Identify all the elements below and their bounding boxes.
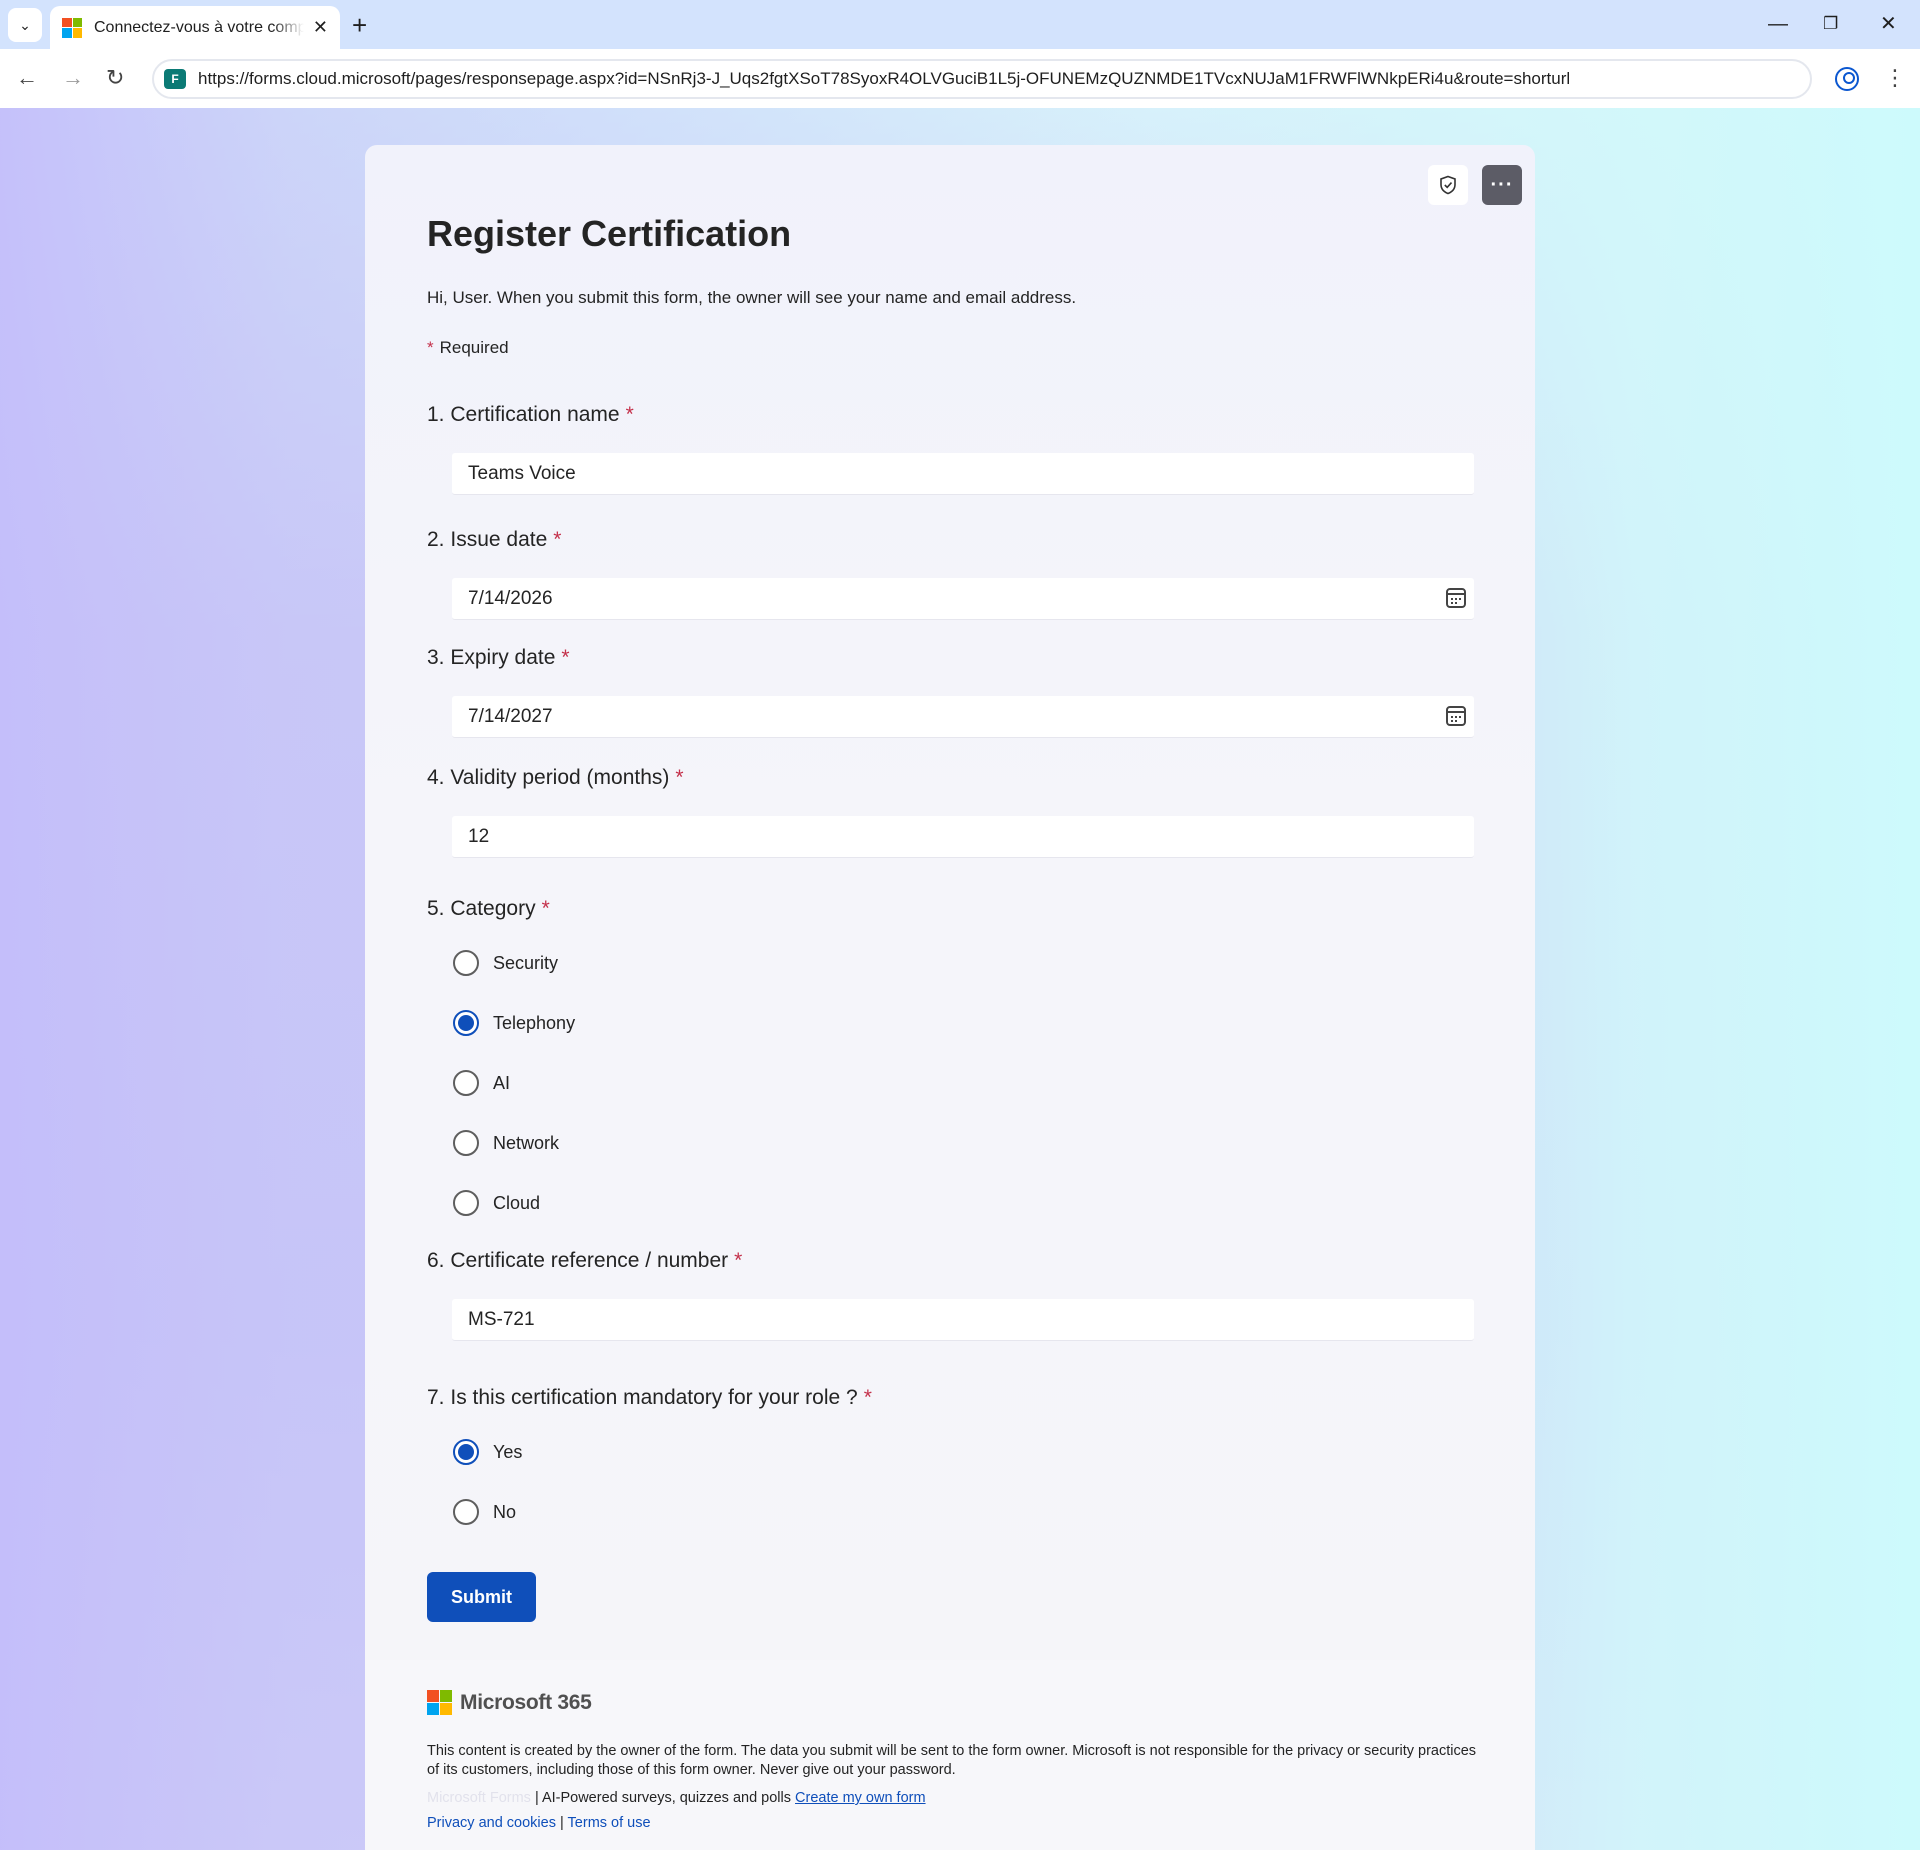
chevron-down-icon: ⌄ — [19, 16, 31, 33]
category-option-cloud[interactable]: Cloud — [453, 1190, 540, 1216]
form-intro: Hi, User. When you submit this form, the… — [427, 288, 1077, 307]
browser-tab-active[interactable]: Connectez-vous à votre compte ✕ — [50, 6, 340, 49]
immersive-reader-button[interactable] — [1428, 165, 1468, 205]
radio-label: Network — [493, 1132, 560, 1153]
more-options-icon: ··· — [1490, 173, 1514, 196]
validity-period-input[interactable] — [452, 816, 1474, 858]
category-option-security[interactable]: Security — [453, 950, 558, 976]
microsoft-365-logo: Microsoft 365 — [427, 1690, 592, 1715]
back-arrow-icon[interactable]: ← — [16, 63, 38, 93]
new-tab-icon[interactable]: + — [352, 10, 367, 40]
radio-button[interactable] — [453, 1499, 479, 1525]
question-6-title: 6. Certificate reference / number * — [427, 1249, 743, 1272]
browser-toolbar: ← → ↻ F https://forms.cloud.microsoft/pa… — [0, 49, 1920, 108]
radio-label: AI — [493, 1072, 511, 1093]
minimize-icon[interactable]: — — [1768, 10, 1788, 38]
form-title: Register Certification — [427, 213, 792, 254]
close-tab-icon[interactable]: ✕ — [313, 17, 328, 38]
reload-icon[interactable]: ↻ — [106, 63, 124, 93]
privacy-link[interactable]: Privacy and cookies — [427, 1815, 556, 1831]
mandatory-option-no[interactable]: No — [453, 1499, 516, 1525]
category-option-telephony[interactable]: Telephony — [453, 1010, 575, 1036]
forward-arrow-icon[interactable]: → — [62, 63, 84, 93]
forms-site-icon: F — [164, 69, 186, 89]
url-text[interactable]: https://forms.cloud.microsoft/pages/resp… — [198, 69, 1570, 89]
shield-icon — [1440, 175, 1456, 195]
form-card: ··· Register Certification Hi, User. Whe… — [365, 145, 1535, 1850]
radio-button-selected[interactable] — [453, 1010, 479, 1036]
issue-date-input[interactable] — [452, 578, 1474, 620]
legal-links: Privacy and cookies | Terms of use — [427, 1815, 651, 1831]
question-1-title: 1. Certification name * — [427, 403, 634, 426]
submit-button[interactable]: Submit — [427, 1572, 536, 1622]
restore-icon[interactable]: ❐ — [1823, 10, 1838, 38]
question-7-title: 7. Is this certification mandatory for y… — [427, 1386, 872, 1409]
address-bar[interactable]: F https://forms.cloud.microsoft/pages/re… — [152, 59, 1812, 99]
radio-label: No — [493, 1501, 517, 1522]
forms-brand-text: Microsoft Forms — [427, 1790, 531, 1806]
microsoft-logo-icon — [427, 1690, 452, 1715]
radio-button[interactable] — [453, 950, 479, 976]
disclaimer-text: This content is created by the owner of … — [427, 1743, 1477, 1778]
radio-label: Yes — [493, 1441, 523, 1462]
radio-label: Security — [493, 952, 559, 973]
tagline-text: | AI-Powered surveys, quizzes and polls — [534, 1790, 791, 1806]
separator: | — [559, 1815, 564, 1831]
radio-button[interactable] — [453, 1070, 479, 1096]
required-note: * Required — [427, 338, 509, 357]
terms-link[interactable]: Terms of use — [568, 1815, 651, 1831]
question-5-title: 5. Category * — [427, 897, 550, 920]
question-4-title: 4. Validity period (months) * — [427, 766, 684, 789]
kebab-menu-icon[interactable]: ⋮ — [1884, 63, 1906, 93]
radio-button-selected[interactable] — [453, 1439, 479, 1465]
browser-tab-bar: ⌄ Connectez-vous à votre compte ✕ + — ❐ … — [0, 0, 1920, 49]
create-form-link[interactable]: Create my own form — [795, 1790, 926, 1806]
radio-button[interactable] — [453, 1190, 479, 1216]
certification-name-input[interactable] — [452, 453, 1474, 495]
radio-button[interactable] — [453, 1130, 479, 1156]
calendar-icon[interactable] — [1446, 706, 1466, 726]
question-3-title: 3. Expiry date * — [427, 646, 570, 669]
tab-title: Connectez-vous à votre compte — [94, 18, 304, 36]
mandatory-option-yes[interactable]: Yes — [453, 1439, 522, 1465]
expiry-date-input[interactable] — [452, 696, 1474, 738]
radio-label: Telephony — [493, 1012, 576, 1033]
form-footer: Microsoft 365 This content is created by… — [365, 1660, 1535, 1850]
radio-label: Cloud — [493, 1192, 541, 1213]
certificate-reference-input[interactable] — [452, 1299, 1474, 1341]
close-window-icon[interactable]: ✕ — [1880, 10, 1897, 38]
question-2-title: 2. Issue date * — [427, 528, 562, 551]
category-option-network[interactable]: Network — [453, 1130, 559, 1156]
category-option-ai[interactable]: AI — [453, 1070, 510, 1096]
more-options-button[interactable]: ··· — [1482, 165, 1522, 205]
calendar-icon[interactable] — [1446, 588, 1466, 608]
microsoft-favicon-icon — [62, 17, 82, 38]
brand-name: Microsoft 365 — [460, 1690, 592, 1714]
profile-icon[interactable] — [1835, 67, 1859, 91]
tagline-row: Microsoft Forms | AI-Powered surveys, qu… — [427, 1790, 926, 1806]
tab-search-button[interactable]: ⌄ — [8, 8, 42, 42]
